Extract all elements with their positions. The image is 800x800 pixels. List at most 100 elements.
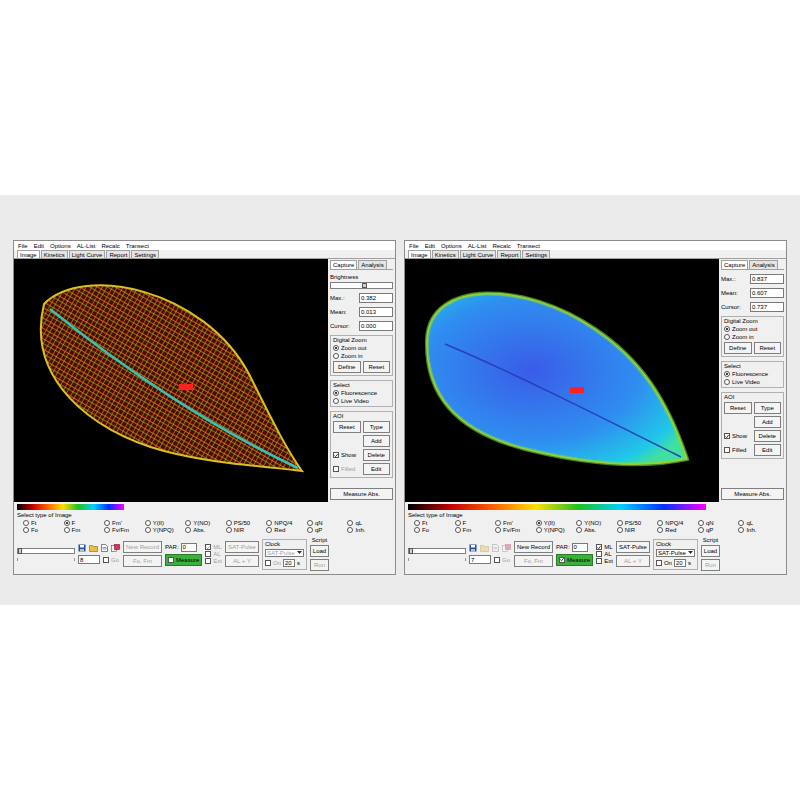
radio-option[interactable]: Fv/Fm — [104, 527, 143, 533]
radio-option[interactable]: Live Video — [724, 379, 781, 385]
radio-button[interactable] — [226, 527, 232, 533]
checkbox[interactable] — [103, 557, 109, 563]
checkbox[interactable] — [205, 551, 211, 557]
radio-button[interactable] — [617, 520, 623, 526]
radio-option[interactable]: Inh. — [347, 527, 386, 533]
radio-button[interactable] — [617, 527, 623, 533]
radio-button[interactable] — [266, 527, 272, 533]
checkbox[interactable] — [205, 558, 211, 564]
measure-button[interactable]: Measure — [556, 554, 593, 566]
par-field[interactable]: 0 — [572, 543, 588, 552]
radio-button[interactable] — [536, 520, 542, 526]
radio-option[interactable]: Fm — [64, 527, 103, 533]
radio-option[interactable]: qP — [698, 527, 737, 533]
radio-button[interactable] — [64, 527, 70, 533]
menu-item[interactable]: Edit — [34, 243, 44, 249]
radio-option[interactable]: Fluorescence — [333, 390, 390, 396]
tab[interactable]: Kinetics — [432, 250, 459, 258]
radio-button[interactable] — [347, 527, 353, 533]
radio-option[interactable]: Y(NPQ) — [536, 527, 575, 533]
radio-option[interactable]: Fo — [23, 527, 62, 533]
check-option[interactable]: Go — [103, 557, 119, 563]
radio-option[interactable]: Zoom in — [724, 334, 781, 340]
menu-item[interactable]: AL-List — [468, 243, 487, 249]
checkbox[interactable] — [333, 466, 339, 472]
delete-record-icon[interactable] — [111, 544, 120, 552]
checkbox[interactable] — [656, 560, 662, 566]
radio-option[interactable]: Ft — [414, 520, 453, 526]
radio-option[interactable]: Y(NPQ) — [145, 527, 184, 533]
check-option[interactable]: On — [265, 560, 281, 566]
tab[interactable]: Settings — [522, 250, 550, 258]
checkbox[interactable] — [596, 558, 602, 564]
radio-button[interactable] — [145, 527, 151, 533]
radio-option[interactable]: qN — [307, 520, 346, 526]
checkbox[interactable] — [205, 544, 211, 550]
aoi-button[interactable]: Edit — [363, 463, 391, 475]
check-option[interactable]: On — [656, 560, 672, 566]
radio-button[interactable] — [104, 527, 110, 533]
par-field[interactable]: 0 — [181, 543, 197, 552]
radio-option[interactable]: qL — [738, 520, 777, 526]
radio-option[interactable]: NIR — [617, 527, 656, 533]
al-y-button[interactable]: AL + Y — [616, 555, 650, 567]
slider-thumb[interactable] — [409, 548, 413, 554]
radio-option[interactable]: F — [64, 520, 103, 526]
measure-abs-button[interactable]: Measure Abs. — [721, 488, 784, 500]
tab[interactable]: Image — [408, 250, 431, 258]
radio-option[interactable]: NIR — [226, 527, 265, 533]
menu-item[interactable]: Recalc — [101, 243, 119, 249]
radio-button[interactable] — [333, 353, 339, 359]
radio-button[interactable] — [738, 527, 744, 533]
tab[interactable]: Light Curve — [69, 250, 106, 258]
radio-option[interactable]: Zoom out — [724, 326, 781, 332]
radio-option[interactable]: Ft — [23, 520, 62, 526]
zoom-button[interactable]: Define — [724, 342, 752, 354]
clock-interval-field[interactable]: 20 — [283, 559, 295, 567]
radio-button[interactable] — [145, 520, 151, 526]
tab[interactable]: Image — [17, 250, 40, 258]
radio-option[interactable]: F — [455, 520, 494, 526]
radio-button[interactable] — [347, 520, 353, 526]
new-record-button[interactable]: New Record — [123, 541, 162, 553]
checkbox[interactable] — [724, 433, 730, 439]
slider-thumb[interactable] — [18, 548, 22, 554]
clock-interval-field[interactable]: 20 — [674, 559, 686, 567]
radio-option[interactable]: Y(NO) — [185, 520, 224, 526]
check-option[interactable]: ML — [596, 544, 613, 550]
checkbox[interactable] — [596, 544, 602, 550]
radio-option[interactable]: qP — [307, 527, 346, 533]
radio-button[interactable] — [104, 520, 110, 526]
radio-option[interactable]: Abs. — [185, 527, 224, 533]
aoi-button[interactable]: Edit — [754, 444, 782, 456]
checkbox[interactable] — [559, 557, 565, 563]
radio-option[interactable]: qN — [698, 520, 737, 526]
radio-option[interactable]: NPQ/4 — [657, 520, 696, 526]
radio-option[interactable]: Zoom out — [333, 345, 390, 351]
radio-option[interactable]: Zoom in — [333, 353, 390, 359]
radio-button[interactable] — [64, 520, 70, 526]
radio-button[interactable] — [724, 326, 730, 332]
radio-option[interactable]: NPQ/4 — [266, 520, 305, 526]
document-icon[interactable] — [101, 544, 108, 552]
radio-option[interactable]: PS/50 — [226, 520, 265, 526]
al-y-button[interactable]: AL + Y — [225, 555, 259, 567]
radio-button[interactable] — [226, 520, 232, 526]
radio-button[interactable] — [307, 527, 313, 533]
new-record-button[interactable]: New Record — [514, 541, 553, 553]
check-option[interactable]: Filled — [724, 447, 752, 453]
radio-button[interactable] — [657, 520, 663, 526]
script-button[interactable]: Load — [310, 545, 329, 557]
record-field[interactable]: 7 — [469, 555, 491, 564]
menu-item[interactable]: AL-List — [77, 243, 96, 249]
side-tab[interactable]: Analysis — [358, 260, 386, 269]
document-icon[interactable] — [492, 544, 499, 552]
script-button[interactable]: Run — [310, 559, 329, 571]
menu-item[interactable]: Options — [50, 243, 71, 249]
radio-button[interactable] — [576, 527, 582, 533]
radio-button[interactable] — [414, 527, 420, 533]
checkbox[interactable] — [596, 551, 602, 557]
checkbox[interactable] — [265, 560, 271, 566]
radio-button[interactable] — [495, 520, 501, 526]
open-folder-icon[interactable] — [89, 544, 98, 552]
